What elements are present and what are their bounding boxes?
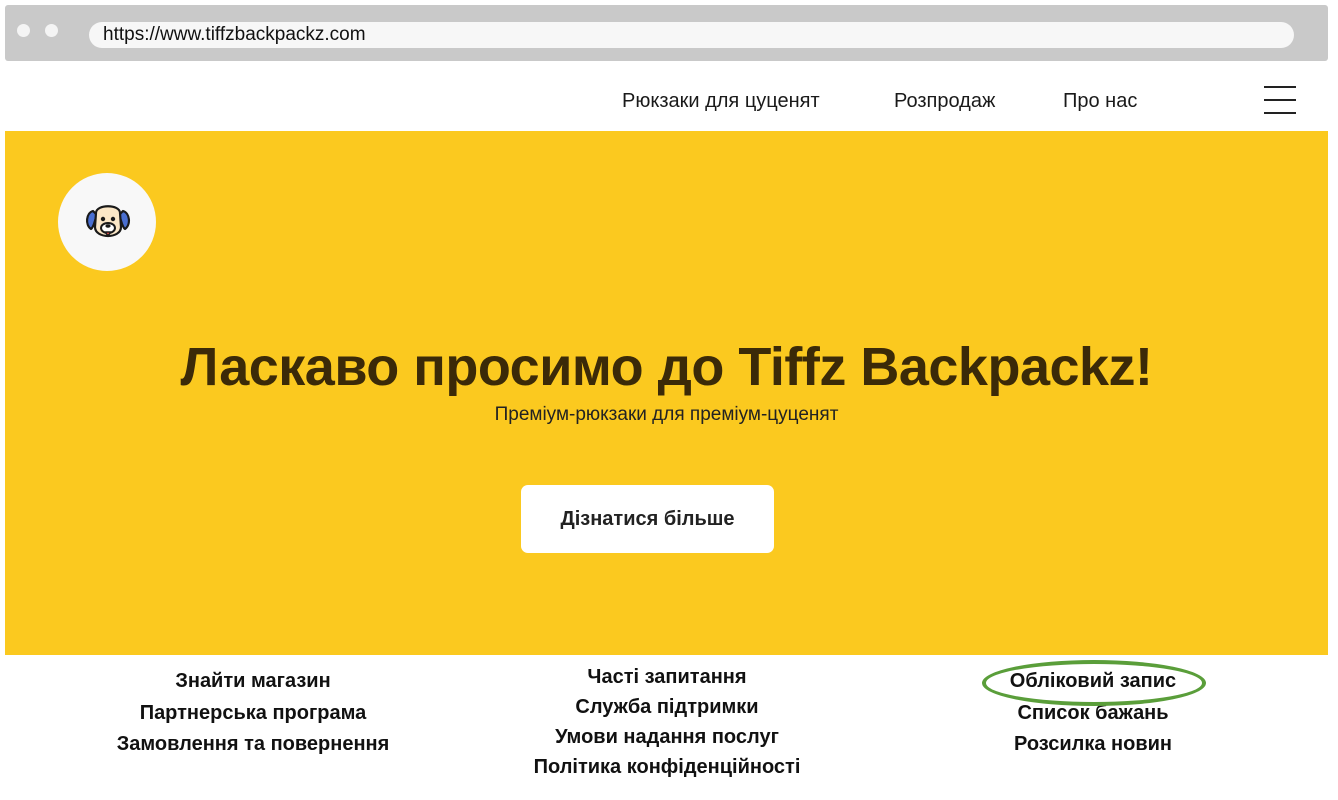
footer-link-wishlist[interactable]: Список бажань [943,698,1243,730]
hero-subtitle: Преміум-рюкзаки для преміум-цуценят [494,404,839,425]
address-bar[interactable]: https://www.tiffzbackpackz.com [89,22,1294,48]
footer-link-privacy[interactable]: Політика конфіденційності [517,752,817,782]
hero-banner: Ласкаво просимо до Tiffz Backpackz! Прем… [5,131,1328,655]
window-control-dot[interactable] [17,24,30,37]
dog-face-icon [86,205,130,238]
browser-toolbar: https://www.tiffzbackpackz.com [5,5,1328,61]
footer-link-terms[interactable]: Умови надання послуг [517,722,817,752]
footer-column-account: Обліковий запис Список бажань Розсилка н… [943,666,1243,761]
footer-link-orders-returns[interactable]: Замовлення та повернення [103,729,403,761]
nav-link-sale[interactable]: Розпродаж [894,90,995,113]
site-logo[interactable] [58,173,156,271]
footer-link-account[interactable]: Обліковий запис [943,666,1243,698]
footer-link-newsletter[interactable]: Розсилка новин [943,729,1243,761]
nav-link-puppy-backpacks[interactable]: Рюкзаки для цуценят [622,90,820,113]
footer-link-support[interactable]: Служба підтримки [517,692,817,722]
nav-link-about[interactable]: Про нас [1063,90,1137,113]
hamburger-icon[interactable] [1264,86,1298,114]
footer-link-faq[interactable]: Часті запитання [517,662,817,692]
window-control-dot[interactable] [45,24,58,37]
top-navigation: Рюкзаки для цуценят Розпродаж Про нас [0,62,1338,130]
footer-column-help: Часті запитання Служба підтримки Умови н… [517,662,817,782]
footer-link-affiliate-program[interactable]: Партнерська програма [103,698,403,730]
footer-link-find-store[interactable]: Знайти магазин [103,666,403,698]
footer-column-store: Знайти магазин Партнерська програма Замо… [103,666,403,761]
learn-more-button[interactable]: Дізнатися більше [521,485,774,553]
hero-title: Ласкаво просимо до Tiffz Backpackz! [180,337,1153,397]
